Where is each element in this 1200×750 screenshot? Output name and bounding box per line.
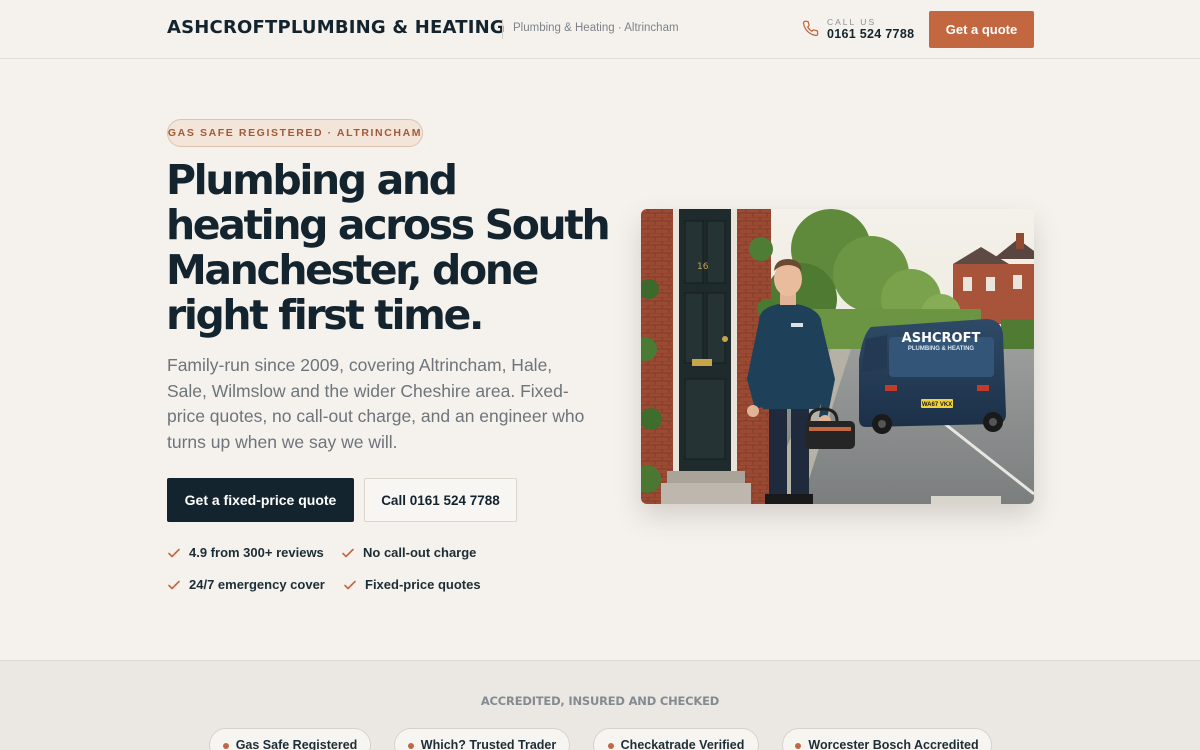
van-sub-text: PLUMBING & HEATING: [908, 346, 975, 352]
accreditation-badge: Which? Trusted Trader: [394, 728, 570, 750]
call-us-label: CALL US: [827, 17, 877, 27]
bullet-dot-icon: [795, 743, 802, 749]
bullet-dot-icon: [222, 743, 229, 749]
accreditation-badge: Worcester Bosch Accredited: [782, 728, 992, 750]
hero-title: Plumbing and heating across South Manche…: [166, 156, 611, 339]
accreditation-badge: Checkatrade Verified: [593, 728, 759, 750]
accreditation-label: Gas Safe Registered: [235, 738, 358, 750]
feature-item: 4.9 from 300+ reviews: [167, 545, 324, 560]
feature-item: Fixed-price quotes: [343, 577, 481, 592]
header-phone-number[interactable]: 0161 524 7788: [827, 27, 914, 41]
hero-subtitle: Family-run since 2009, covering Altrinch…: [167, 355, 585, 452]
brand-divider: [502, 19, 503, 39]
feature-label: 4.9 from 300+ reviews: [189, 545, 324, 560]
accreditations-title: ACCREDITED, INSURED AND CHECKED: [480, 694, 720, 708]
accreditation-badge: Gas Safe Registered: [209, 728, 371, 750]
accreditation-label: Which? Trusted Trader: [420, 738, 557, 750]
bullet-dot-icon: [607, 743, 614, 749]
accreditation-label: Checkatrade Verified: [620, 738, 745, 750]
feature-label: 24/7 emergency cover: [189, 577, 325, 592]
van-graphic: ASHCROFT PLUMBING & HEATING WA67 VKX: [859, 319, 1006, 434]
brand-logo[interactable]: ASHCROFTPLUMBING & HEATING: [167, 17, 505, 38]
fixed-price-quote-button[interactable]: Get a fixed-price quote: [167, 478, 354, 522]
van-brand-text: ASHCROFT: [902, 331, 981, 346]
site-header: ASHCROFTPLUMBING & HEATING Plumbing & He…: [0, 0, 1200, 59]
check-icon: [342, 548, 354, 557]
feature-label: Fixed-price quotes: [365, 577, 481, 592]
feature-item: No call-out charge: [341, 545, 476, 560]
call-button[interactable]: Call 0161 524 7788: [364, 478, 517, 522]
door-number: 16: [697, 262, 709, 272]
gas-safe-badge: GAS SAFE REGISTERED · ALTRINCHAM: [167, 119, 423, 147]
accreditation-label: Worcester Bosch Accredited: [808, 738, 979, 750]
feature-label: No call-out charge: [363, 545, 477, 560]
plumber-with-van-illustration: ASHCROFT PLUMBING & HEATING WA67 VKX 16: [641, 209, 1034, 504]
phone-icon: [802, 20, 819, 37]
brand-tagline: Plumbing & Heating · Altrincham: [513, 22, 679, 34]
check-icon: [168, 580, 180, 589]
feature-item: 24/7 emergency cover: [167, 577, 325, 592]
accreditations-section: ACCREDITED, INSURED AND CHECKED Gas Safe…: [0, 660, 1200, 750]
check-icon: [168, 548, 180, 557]
get-quote-button[interactable]: Get a quote: [929, 11, 1034, 48]
hero-photo: ASHCROFT PLUMBING & HEATING WA67 VKX 16: [641, 209, 1034, 504]
van-plate: WA67 VKX: [922, 402, 952, 408]
bullet-dot-icon: [407, 743, 414, 749]
check-icon: [344, 580, 356, 589]
